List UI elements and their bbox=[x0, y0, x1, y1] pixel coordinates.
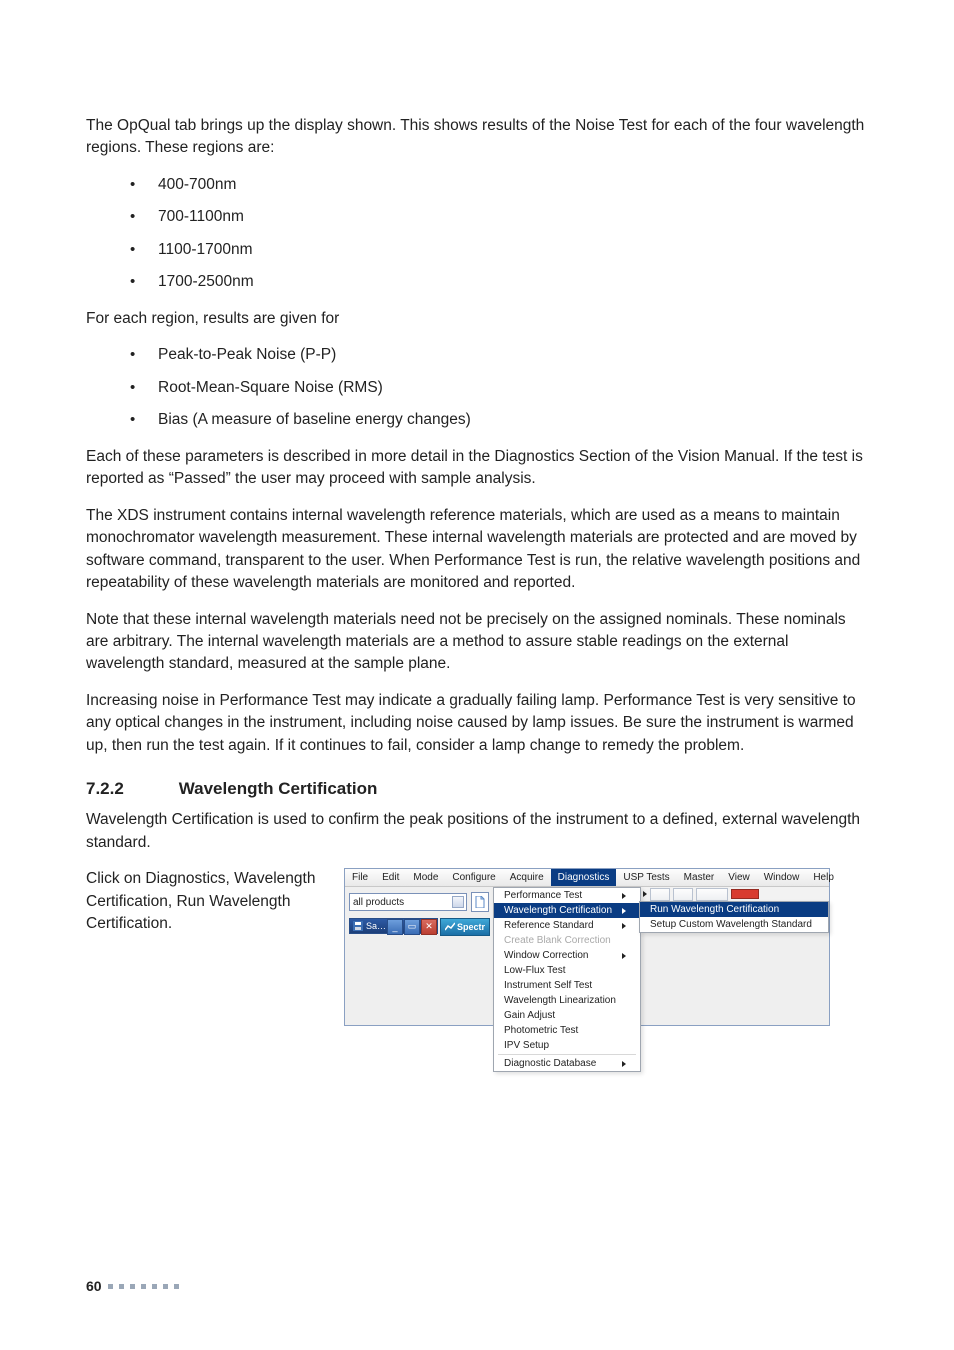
paragraph: Each of these parameters is described in… bbox=[86, 446, 868, 491]
paragraph: Note that these internal wavelength mate… bbox=[86, 609, 868, 676]
menu-bar: File Edit Mode Configure Acquire Diagnos… bbox=[345, 869, 829, 887]
menu-edit[interactable]: Edit bbox=[375, 869, 406, 886]
submenu-item-setup-custom-wavelength-standard[interactable]: Setup Custom Wavelength Standard bbox=[640, 917, 828, 932]
list-item: Peak-to-Peak Noise (P-P) bbox=[86, 344, 868, 366]
toolbar-button-2[interactable] bbox=[673, 888, 693, 901]
minimize-button[interactable]: _ bbox=[387, 919, 403, 935]
menu-item-reference-standard[interactable]: Reference Standard bbox=[494, 918, 640, 933]
list-item: Root-Mean-Square Noise (RMS) bbox=[86, 377, 868, 399]
page-number: 60 bbox=[86, 1278, 102, 1294]
menu-configure[interactable]: Configure bbox=[445, 869, 502, 886]
left-panel: all products Sa… _ ▭ bbox=[345, 887, 493, 1025]
chevron-right-icon bbox=[622, 893, 626, 899]
section-number: 7.2.2 bbox=[86, 779, 174, 799]
section-heading: 7.2.2 Wavelength Certification bbox=[86, 779, 868, 799]
footer-dot bbox=[141, 1284, 146, 1289]
footer-dot bbox=[152, 1284, 157, 1289]
side-instruction: Click on Diagnostics, Wavelength Certifi… bbox=[86, 868, 316, 935]
menu-usp-tests[interactable]: USP Tests bbox=[616, 869, 676, 886]
menu-file[interactable]: File bbox=[345, 869, 375, 886]
color-swatch-red[interactable] bbox=[731, 889, 759, 899]
spectra-tab-label: Spectr bbox=[457, 922, 485, 932]
menu-item-low-flux-test[interactable]: Low-Flux Test bbox=[494, 963, 640, 978]
list-item: 700-1100nm bbox=[86, 206, 868, 228]
app-window: File Edit Mode Configure Acquire Diagnos… bbox=[344, 868, 830, 1026]
metrics-list: Peak-to-Peak Noise (P-P) Root-Mean-Squar… bbox=[86, 344, 868, 431]
paragraph: Increasing noise in Performance Test may… bbox=[86, 690, 868, 757]
product-select-value: all products bbox=[353, 897, 404, 908]
menu-item-instrument-self-test[interactable]: Instrument Self Test bbox=[494, 978, 640, 993]
menu-item-diagnostic-database[interactable]: Diagnostic Database bbox=[494, 1056, 640, 1071]
list-item: 400-700nm bbox=[86, 174, 868, 196]
section-title: Wavelength Certification bbox=[179, 779, 378, 798]
footer-dot bbox=[130, 1284, 135, 1289]
spectra-tab[interactable]: Spectr bbox=[440, 918, 490, 936]
list-item: 1100-1700nm bbox=[86, 239, 868, 261]
toolbar-strip bbox=[639, 887, 829, 901]
menu-acquire[interactable]: Acquire bbox=[503, 869, 551, 886]
paragraph: For each region, results are given for bbox=[86, 308, 868, 330]
menu-separator bbox=[498, 1054, 636, 1055]
menu-item-ipv-setup[interactable]: IPV Setup bbox=[494, 1038, 640, 1053]
menu-diagnostics[interactable]: Diagnostics bbox=[551, 869, 617, 886]
menu-window[interactable]: Window bbox=[757, 869, 807, 886]
menu-item-performance-test[interactable]: Performance Test bbox=[494, 888, 640, 903]
product-select[interactable]: all products bbox=[349, 893, 467, 911]
footer-dot bbox=[174, 1284, 179, 1289]
diagnostics-menu: Performance Test Wavelength Certificatio… bbox=[493, 887, 641, 1072]
chevron-right-icon bbox=[643, 891, 647, 897]
footer-dot bbox=[119, 1284, 124, 1289]
submenu-item-run-wavelength-certification[interactable]: Run Wavelength Certification bbox=[640, 902, 828, 917]
chevron-right-icon bbox=[622, 908, 626, 914]
menu-item-wavelength-certification[interactable]: Wavelength Certification bbox=[494, 903, 640, 918]
chevron-right-icon bbox=[622, 953, 626, 959]
menu-mode[interactable]: Mode bbox=[406, 869, 445, 886]
toolbar-button-3[interactable] bbox=[696, 888, 728, 901]
wavelength-certification-submenu: Run Wavelength Certification Setup Custo… bbox=[639, 901, 829, 933]
chevron-right-icon bbox=[622, 923, 626, 929]
menu-help[interactable]: Help bbox=[806, 869, 841, 886]
menu-item-window-correction[interactable]: Window Correction bbox=[494, 948, 640, 963]
chart-icon bbox=[445, 922, 455, 932]
close-button[interactable]: ✕ bbox=[421, 919, 437, 935]
maximize-button[interactable]: ▭ bbox=[404, 919, 420, 935]
child-window-titlebar[interactable]: Sa… _ ▭ ✕ bbox=[349, 918, 438, 934]
save-icon bbox=[352, 920, 364, 932]
paragraph: The XDS instrument contains internal wav… bbox=[86, 505, 868, 595]
menu-item-wavelength-linearization[interactable]: Wavelength Linearization bbox=[494, 993, 640, 1008]
menu-view[interactable]: View bbox=[721, 869, 757, 886]
menu-item-photometric-test[interactable]: Photometric Test bbox=[494, 1023, 640, 1038]
menu-master[interactable]: Master bbox=[677, 869, 722, 886]
toolbar-button-1[interactable] bbox=[650, 888, 670, 901]
footer-dot bbox=[163, 1284, 168, 1289]
menu-item-gain-adjust[interactable]: Gain Adjust bbox=[494, 1008, 640, 1023]
page-footer: 60 bbox=[86, 1278, 179, 1294]
chevron-right-icon bbox=[622, 1061, 626, 1067]
paragraph: The OpQual tab brings up the display sho… bbox=[86, 115, 868, 160]
menu-item-create-blank-correction: Create Blank Correction bbox=[494, 933, 640, 948]
list-item: Bias (A measure of baseline energy chang… bbox=[86, 409, 868, 431]
paragraph: Wavelength Certification is used to conf… bbox=[86, 809, 868, 854]
new-document-button[interactable] bbox=[471, 892, 489, 912]
footer-dot bbox=[108, 1284, 113, 1289]
list-item: 1700-2500nm bbox=[86, 271, 868, 293]
document-icon bbox=[475, 896, 485, 908]
child-window-title: Sa… bbox=[366, 921, 386, 931]
regions-list: 400-700nm 700-1100nm 1100-1700nm 1700-25… bbox=[86, 174, 868, 294]
